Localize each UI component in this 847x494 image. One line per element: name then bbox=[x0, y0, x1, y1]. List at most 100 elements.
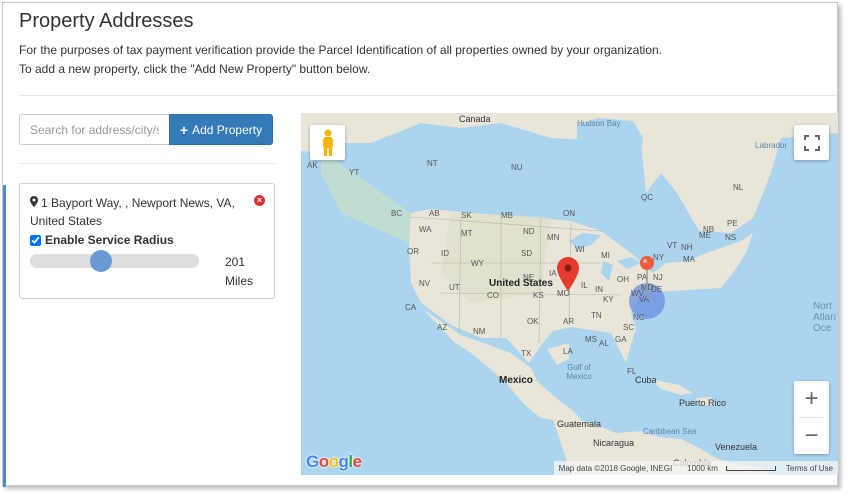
map-marker-icon bbox=[30, 194, 38, 212]
map-view[interactable]: Canada Hudson Bay Labrador United States… bbox=[301, 113, 838, 475]
map-state-label-mi: MI bbox=[601, 251, 610, 260]
map-state-label-sc: SC bbox=[623, 323, 635, 332]
map-state-label-nd: ND bbox=[523, 227, 535, 236]
map-label-guatemala: Guatemala bbox=[557, 419, 602, 429]
map-state-label-nv: NV bbox=[419, 279, 431, 288]
map-label-hudson-bay: Hudson Bay bbox=[577, 119, 621, 128]
map-state-label-nt: NT bbox=[427, 159, 438, 168]
map-state-label-il: IL bbox=[581, 281, 588, 290]
map-label-cuba: Cuba bbox=[635, 375, 657, 385]
left-accent-bar bbox=[3, 185, 6, 487]
add-property-label: Add Property bbox=[192, 122, 263, 137]
radius-value: 201 bbox=[225, 255, 246, 269]
map-label-venezuela: Venezuela bbox=[715, 442, 758, 452]
map-state-label-nh: NH bbox=[681, 243, 693, 252]
street-view-pegman-button[interactable] bbox=[310, 125, 345, 160]
map-state-label-ns: NS bbox=[725, 233, 737, 242]
map-state-label-ne: NE bbox=[523, 273, 535, 282]
map-state-label-ma: MA bbox=[683, 255, 695, 264]
map-state-label-ut: UT bbox=[449, 283, 460, 292]
map-state-label-tx: TX bbox=[521, 349, 532, 358]
map-state-label-ky: KY bbox=[603, 295, 614, 304]
remove-property-icon[interactable]: × bbox=[254, 195, 265, 206]
map-state-label-nu: NU bbox=[511, 163, 523, 172]
map-attribution: Map data ©2018 Google, INEGI 1000 km Ter… bbox=[553, 461, 838, 475]
page-panel: Property Addresses For the purposes of t… bbox=[2, 2, 838, 487]
map-label-labrador: Labrador bbox=[755, 141, 788, 150]
map-label-canada: Canada bbox=[459, 114, 491, 124]
map-state-label-wa: WA bbox=[419, 225, 432, 234]
map-state-label-qc: QC bbox=[641, 193, 653, 202]
map-state-label-bc: BC bbox=[391, 209, 403, 218]
service-radius-slider[interactable] bbox=[30, 250, 199, 272]
map-state-label-fl: FL bbox=[627, 367, 637, 376]
map-state-label-nc: NC bbox=[633, 313, 645, 322]
property-address-text: 1 Bayport Way, , Newport News, VA, Unite… bbox=[30, 196, 235, 228]
map-state-label-ak: AK bbox=[307, 161, 318, 170]
map-state-label-ok: OK bbox=[527, 317, 539, 326]
map-state-label-co: CO bbox=[487, 291, 499, 300]
map-state-label-or: OR bbox=[407, 247, 419, 256]
description-line-2: To add a new property, click the "Add Ne… bbox=[19, 62, 371, 76]
property-card: 1 Bayport Way, , Newport News, VA, Unite… bbox=[19, 183, 275, 299]
search-input[interactable] bbox=[19, 114, 170, 145]
terms-of-use-link[interactable]: Terms of Use bbox=[781, 464, 838, 473]
map-data-attribution[interactable]: Map data ©2018 Google, INEGI bbox=[554, 464, 678, 473]
zoom-controls: + − bbox=[794, 381, 829, 454]
map-state-label-on: ON bbox=[563, 209, 575, 218]
add-property-button[interactable]: + Add Property bbox=[169, 114, 273, 145]
map-label-atlantic: Nort Atlan Oce bbox=[813, 301, 836, 334]
map-state-label-yt: YT bbox=[349, 168, 360, 177]
map-state-label-ab: AB bbox=[429, 209, 440, 218]
map-state-label-nm: NM bbox=[473, 327, 486, 336]
pushpin-marker-icon[interactable] bbox=[639, 255, 655, 299]
map-state-label-ga: GA bbox=[615, 335, 627, 344]
map-state-label-sk: SK bbox=[461, 211, 472, 220]
map-label-gulf: Gulf of Mexico bbox=[566, 363, 592, 381]
zoom-in-button[interactable]: + bbox=[794, 381, 829, 417]
map-state-label-vt: VT bbox=[667, 241, 678, 250]
property-address: 1 Bayport Way, , Newport News, VA, Unite… bbox=[30, 194, 250, 230]
map-label-mexico: Mexico bbox=[499, 375, 533, 386]
map-state-label-id: ID bbox=[441, 249, 449, 258]
service-radius-slider-handle[interactable] bbox=[90, 250, 112, 272]
map-state-label-wi: WI bbox=[575, 245, 585, 254]
map-state-label-la: LA bbox=[563, 347, 573, 356]
map-state-label-tn: TN bbox=[591, 311, 602, 320]
map-label-puerto-rico: Puerto Rico bbox=[679, 398, 727, 408]
map-state-label-mn: MN bbox=[547, 233, 560, 242]
map-state-label-in: IN bbox=[595, 285, 603, 294]
map-scale[interactable]: 1000 km bbox=[677, 464, 781, 473]
map-state-label-pe: PE bbox=[727, 219, 738, 228]
map-state-label-mt: MT bbox=[461, 229, 473, 238]
enable-service-radius[interactable]: Enable Service Radius bbox=[30, 233, 174, 247]
enable-service-radius-checkbox[interactable] bbox=[30, 234, 41, 246]
fullscreen-button[interactable] bbox=[794, 125, 829, 160]
radius-unit: Miles bbox=[225, 274, 254, 288]
pegman-icon bbox=[322, 129, 333, 156]
page-title: Property Addresses bbox=[19, 10, 194, 32]
fullscreen-icon bbox=[803, 134, 820, 151]
map-state-label-nl: NL bbox=[733, 183, 744, 192]
map-state-label-ar: AR bbox=[563, 317, 575, 326]
map-state-label-ks: KS bbox=[533, 291, 544, 300]
property-marker-icon[interactable] bbox=[557, 257, 579, 291]
scale-bar bbox=[725, 465, 776, 471]
map-state-label-nb: NB bbox=[703, 225, 715, 234]
map-state-label-ms: MS bbox=[585, 335, 597, 344]
map-state-label-oh: OH bbox=[617, 275, 629, 284]
header-divider bbox=[19, 95, 837, 96]
google-logo[interactable]: Google bbox=[306, 452, 362, 472]
map-state-label-wy: WY bbox=[471, 259, 484, 268]
zoom-out-button[interactable]: − bbox=[794, 418, 829, 454]
description-line-1: For the purposes of tax payment verifica… bbox=[19, 43, 663, 57]
map-label-caribbean: Caribbean Sea bbox=[643, 427, 697, 436]
map-label-united-states: United States bbox=[489, 278, 553, 289]
enable-service-radius-label: Enable Service Radius bbox=[45, 233, 174, 247]
map-state-label-ia: IA bbox=[549, 269, 557, 278]
map-state-label-sd: SD bbox=[521, 249, 533, 258]
plus-icon: + bbox=[179, 121, 189, 138]
map-label-nicaragua: Nicaragua bbox=[593, 438, 635, 448]
map-state-label-az: AZ bbox=[437, 323, 448, 332]
map-state-label-mb: MB bbox=[501, 211, 513, 220]
